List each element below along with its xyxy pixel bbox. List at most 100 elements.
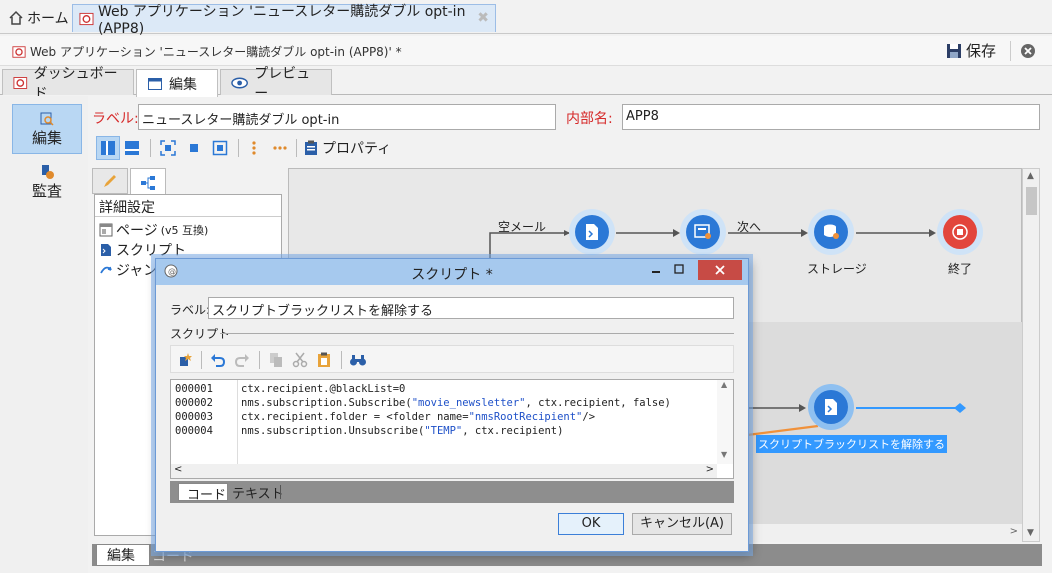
- redo-button[interactable]: [231, 349, 253, 371]
- insert-field-button[interactable]: [175, 349, 197, 371]
- gutter-divider: [237, 380, 238, 464]
- save-icon: [947, 43, 961, 58]
- stop-icon: [952, 224, 968, 240]
- left-navigation: 編集 監査: [0, 96, 88, 573]
- horizontal-dots-button[interactable]: [268, 136, 292, 160]
- script-icon: [825, 399, 837, 415]
- workflow-node-script[interactable]: [569, 209, 615, 255]
- toolbar-divider: [341, 351, 342, 369]
- workflow-node-page[interactable]: [680, 209, 726, 255]
- tab-edit[interactable]: 編集: [136, 69, 218, 97]
- vertical-dots-button[interactable]: [242, 136, 266, 160]
- ok-button[interactable]: OK: [558, 513, 624, 535]
- tab-divider: [280, 485, 281, 499]
- paste-button[interactable]: [313, 349, 335, 371]
- actual-size-button[interactable]: [182, 136, 206, 160]
- dialog-close-button[interactable]: [698, 260, 742, 280]
- tree-item-script[interactable]: スクリプト: [99, 240, 186, 260]
- tab-dashboard[interactable]: ダッシュボード: [2, 66, 134, 102]
- scroll-up-icon[interactable]: ▲: [721, 380, 727, 389]
- clipboard-icon: [305, 140, 317, 155]
- hierarchy-icon: [141, 175, 155, 190]
- script-code-editor[interactable]: 000001 000002 000003 000004 ctx.recipien…: [170, 379, 734, 479]
- undo-button[interactable]: [207, 349, 229, 371]
- scroll-up-icon[interactable]: ▲: [1027, 171, 1034, 181]
- home-tab[interactable]: ホーム: [2, 4, 75, 32]
- insert-field-icon: [180, 353, 192, 366]
- toolbar-divider: [259, 351, 260, 369]
- workflow-node-end[interactable]: [937, 209, 983, 255]
- document-title-bar: Web アプリケーション 'ニュースレター購読ダブル opt-in (APP8)…: [0, 36, 1052, 66]
- scroll-thumb[interactable]: [1026, 187, 1037, 215]
- fit-button[interactable]: [156, 136, 180, 160]
- zoom-frame-icon: [212, 140, 228, 156]
- scissors-icon: [292, 352, 308, 368]
- minimize-button[interactable]: [646, 262, 666, 280]
- cancel-button[interactable]: キャンセル(A): [632, 513, 732, 535]
- section-divider: [220, 333, 734, 334]
- tab-preview[interactable]: プレビュー: [220, 66, 332, 102]
- cut-button[interactable]: [289, 349, 311, 371]
- tree-tab-pen[interactable]: [92, 168, 128, 194]
- bottom-tab-edit[interactable]: 編集: [96, 544, 150, 566]
- web-app-tab[interactable]: Web アプリケーション 'ニュースレター購読ダブル opt-in (APP8)…: [72, 4, 496, 37]
- properties-label: プロパティ: [322, 141, 392, 157]
- line-number: 000002: [175, 397, 213, 409]
- web-app-tab-label: Web アプリケーション 'ニュースレター購読ダブル opt-in (APP8): [97, 3, 466, 37]
- scroll-down-icon[interactable]: ▼: [1027, 528, 1034, 538]
- eye-icon: [231, 77, 248, 88]
- code-horizontal-scrollbar[interactable]: < >: [171, 464, 717, 478]
- tree-tab-hierarchy[interactable]: [130, 168, 166, 196]
- binoculars-icon: [350, 355, 366, 366]
- maximize-button[interactable]: [672, 262, 692, 280]
- code-tab-code[interactable]: コード: [178, 483, 228, 503]
- line-number: 000001: [175, 383, 213, 395]
- nav-edit[interactable]: 編集: [12, 104, 82, 154]
- tree-item-label: スクリプト: [116, 243, 186, 259]
- tree-item-page[interactable]: ページ (v5 互換): [99, 220, 208, 240]
- script-icon: [586, 224, 598, 240]
- home-icon: [9, 10, 23, 25]
- page-icon: [99, 223, 113, 237]
- workflow-node-unblacklist[interactable]: [808, 384, 854, 430]
- save-button[interactable]: 保存: [946, 40, 996, 61]
- tree-item-jump[interactable]: ジャン: [99, 260, 157, 280]
- copy-button[interactable]: [265, 349, 287, 371]
- database-icon: [824, 224, 839, 239]
- close-document-button[interactable]: [1020, 43, 1036, 59]
- layout-vertical-icon: [101, 141, 115, 155]
- properties-button[interactable]: プロパティ: [304, 138, 391, 158]
- tab-edit-label: 編集: [169, 76, 197, 93]
- edge-label-next: 次へ: [737, 220, 762, 234]
- zoom-frame-button[interactable]: [208, 136, 232, 160]
- pencil-icon: [104, 175, 116, 187]
- toolbar-divider: [150, 139, 151, 157]
- page-user-icon: [694, 224, 711, 239]
- tree-panel-tabs: [92, 168, 284, 196]
- close-tab-icon[interactable]: ✖: [477, 10, 489, 26]
- editor-toolbar: プロパティ: [92, 136, 692, 162]
- canvas-horizontal-scrollbar[interactable]: >: [748, 524, 1022, 542]
- workflow-node-storage[interactable]: [808, 209, 854, 255]
- scroll-down-icon[interactable]: ▼: [721, 450, 727, 459]
- canvas-vertical-scrollbar[interactable]: ▲ ▼: [1022, 168, 1040, 542]
- script-toolbar: [170, 345, 734, 373]
- internal-name-input[interactable]: APP8: [622, 104, 1040, 130]
- dialog-label-input[interactable]: スクリプトブラックリストを解除する: [208, 297, 734, 319]
- tree-header: 詳細設定: [95, 195, 281, 217]
- nav-audit[interactable]: 監査: [12, 160, 82, 204]
- layout-vertical-button[interactable]: [96, 136, 120, 160]
- scroll-right-icon[interactable]: >: [1010, 526, 1018, 537]
- scroll-right-icon[interactable]: >: [706, 464, 714, 475]
- fit-icon: [160, 140, 176, 156]
- scroll-left-icon[interactable]: <: [174, 464, 182, 475]
- web-app-icon: [12, 45, 26, 58]
- dialog-title-bar[interactable]: @ スクリプト *: [156, 259, 748, 285]
- layout-horizontal-button[interactable]: [120, 136, 144, 160]
- code-vertical-scrollbar[interactable]: ▲ ▼: [717, 380, 733, 464]
- divider: [1010, 41, 1011, 61]
- find-button[interactable]: [347, 349, 369, 371]
- edge-arrowhead: [799, 404, 806, 412]
- code-tab-text[interactable]: テキスト: [232, 483, 284, 502]
- label-input[interactable]: ニュースレター購読ダブル opt-in: [138, 104, 556, 130]
